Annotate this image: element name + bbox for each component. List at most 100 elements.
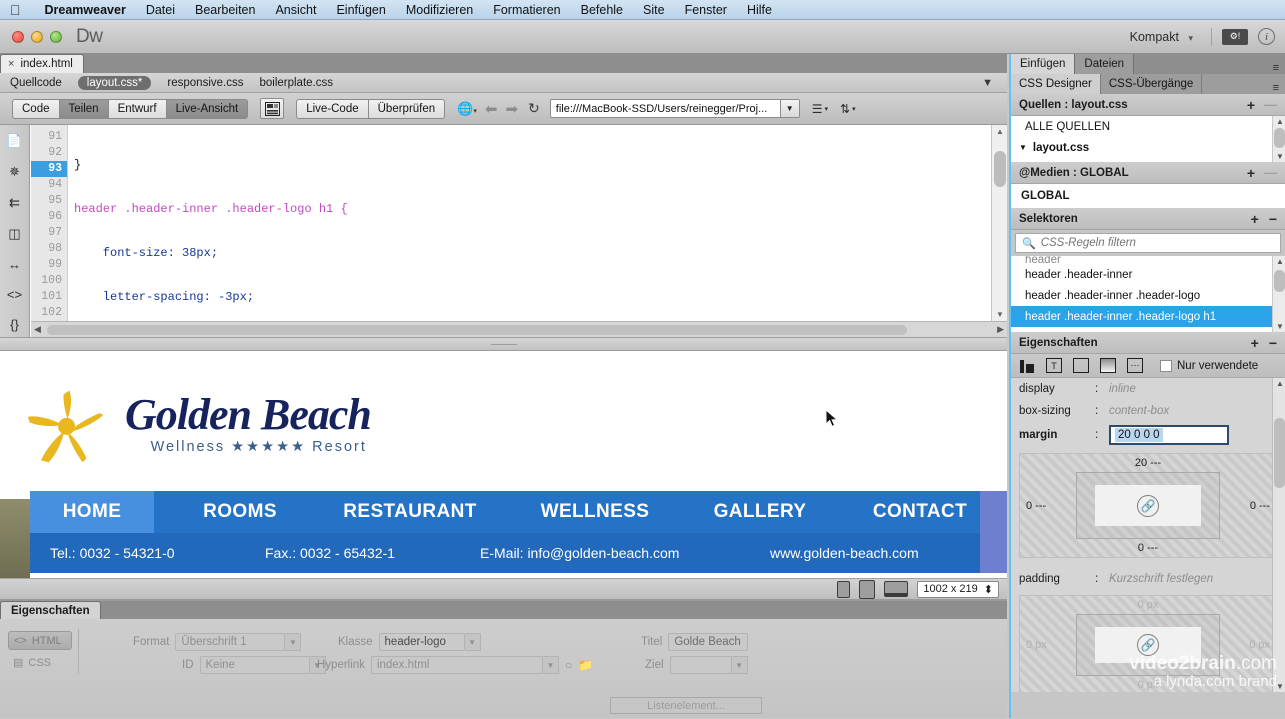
- more-icon[interactable]: ⋯: [1127, 358, 1143, 373]
- tab-css-uebergaenge[interactable]: CSS-Übergänge: [1101, 74, 1203, 94]
- property-row-padding[interactable]: padding : Kurzschrift festlegen: [1011, 568, 1285, 590]
- panel-menu-icon[interactable]: ≡: [1273, 62, 1285, 74]
- address-input[interactable]: [550, 100, 780, 117]
- nav-item-contact[interactable]: CONTACT: [840, 491, 1000, 533]
- property-row-margin[interactable]: margin : 20 0 0 0: [1011, 422, 1285, 448]
- address-dropdown-icon[interactable]: ▼: [779, 100, 799, 117]
- scroll-up-icon[interactable]: ▲: [996, 127, 1004, 136]
- scrollbar-thumb[interactable]: [1274, 418, 1285, 488]
- titel-input[interactable]: Golde Beach: [668, 633, 749, 651]
- close-icon[interactable]: ×: [8, 58, 14, 70]
- tab-eigenschaften[interactable]: Eigenschaften: [0, 601, 101, 619]
- gear-warning-icon[interactable]: ⚙!: [1222, 28, 1248, 45]
- menu-item-site[interactable]: Site: [633, 3, 675, 17]
- property-value[interactable]: Kurzschrift festlegen: [1109, 573, 1213, 585]
- menu-item-einfuegen[interactable]: Einfügen: [326, 3, 395, 17]
- scroll-up-icon[interactable]: ▲: [1276, 117, 1284, 126]
- properties-scrollbar[interactable]: ▲ ▼: [1272, 378, 1285, 692]
- related-file-quellcode[interactable]: Quellcode: [10, 77, 62, 89]
- scrollbar-thumb[interactable]: [1274, 270, 1285, 292]
- background-icon[interactable]: [1100, 358, 1116, 373]
- menu-item-befehle[interactable]: Befehle: [571, 3, 633, 17]
- sources-list[interactable]: ALLE QUELLEN ▼ layout.css ▲ ▼: [1011, 116, 1285, 162]
- design-live-view[interactable]: Golden Beach Wellness ★★★★★ Resort HOME …: [0, 351, 1007, 578]
- selector-filter[interactable]: 🔍: [1015, 233, 1281, 253]
- scrollbar-thumb[interactable]: [994, 151, 1006, 187]
- margin-right-value[interactable]: 0 ---: [1250, 500, 1270, 512]
- id-select[interactable]: Keine: [199, 656, 310, 674]
- margin-bottom-value[interactable]: 0 ---: [1138, 542, 1158, 554]
- split-layout-icon[interactable]: [260, 98, 285, 119]
- arrow-left-icon[interactable]: ⬅: [485, 100, 498, 118]
- document-tab-index-html[interactable]: × index.html: [0, 54, 84, 73]
- related-file-boilerplate-css[interactable]: boilerplate.css: [259, 77, 333, 89]
- menu-item-ansicht[interactable]: Ansicht: [265, 3, 326, 17]
- code-vertical-scrollbar[interactable]: ▲ ▼: [991, 125, 1007, 321]
- scroll-up-icon[interactable]: ▲: [1276, 257, 1284, 266]
- property-value[interactable]: content-box: [1109, 405, 1169, 417]
- updown-arrows-icon[interactable]: ⇅ ▾: [840, 102, 856, 116]
- tab-einfuegen[interactable]: Einfügen: [1011, 54, 1076, 74]
- properties-scroll-area[interactable]: display : inline box-sizing : content-bo…: [1011, 378, 1285, 692]
- menu-item-formatieren[interactable]: Formatieren: [483, 3, 570, 17]
- list-view-icon[interactable]: ☰ ▾: [812, 102, 828, 116]
- selector-item-header[interactable]: header: [1011, 256, 1285, 264]
- scroll-down-icon[interactable]: ▼: [996, 310, 1004, 319]
- related-file-layout-css[interactable]: layout.css*: [77, 75, 152, 90]
- phone-size-icon[interactable]: [837, 580, 851, 598]
- margin-top-value[interactable]: 20 ---: [1135, 457, 1161, 469]
- live-code-button[interactable]: Live-Code: [296, 98, 369, 119]
- arrow-right-icon[interactable]: ➡: [505, 100, 518, 118]
- address-bar[interactable]: ▼: [549, 99, 800, 118]
- scroll-left-icon[interactable]: ◀: [34, 324, 41, 335]
- margin-value-input[interactable]: 20 0 0 0: [1109, 425, 1229, 445]
- scroll-down-icon[interactable]: ▼: [1276, 152, 1284, 161]
- chevron-down-icon[interactable]: ▼: [731, 656, 748, 674]
- show-set-only-toggle[interactable]: Nur verwendete: [1160, 359, 1258, 372]
- nav-item-home[interactable]: HOME: [30, 491, 154, 533]
- selector-item-header-logo-h1[interactable]: header .header-inner .header-logo h1: [1011, 306, 1285, 327]
- format-source-icon[interactable]: {}: [10, 317, 19, 332]
- media-item-global[interactable]: GLOBAL: [1011, 184, 1285, 208]
- refresh-icon[interactable]: ↻: [528, 100, 540, 117]
- zoom-window-button[interactable]: [50, 30, 62, 43]
- menu-item-bearbeiten[interactable]: Bearbeiten: [185, 3, 265, 17]
- menu-item-hilfe[interactable]: Hilfe: [737, 3, 782, 17]
- format-select[interactable]: Überschrift 1: [175, 633, 286, 651]
- selector-item-header-logo[interactable]: header .header-inner .header-logo: [1011, 285, 1285, 306]
- collapse-outside-icon[interactable]: ◫: [8, 226, 20, 242]
- ziel-select[interactable]: [669, 656, 732, 674]
- remove-selector-button[interactable]: −: [1269, 211, 1277, 227]
- scroll-up-icon[interactable]: ▲: [1276, 379, 1284, 388]
- property-row-display[interactable]: display : inline: [1011, 378, 1285, 400]
- remove-property-button[interactable]: −: [1269, 335, 1277, 351]
- css-mode-button[interactable]: ▤ CSS: [8, 653, 72, 672]
- scrollbar-thumb-h[interactable]: [47, 325, 907, 335]
- margin-left-value[interactable]: 0 ---: [1026, 500, 1046, 512]
- filter-funnel-icon[interactable]: ▼: [982, 77, 993, 89]
- html-mode-button[interactable]: <> HTML: [8, 631, 72, 650]
- nav-item-gallery[interactable]: GALLERY: [685, 491, 835, 533]
- chevron-down-icon[interactable]: ▼: [285, 633, 302, 651]
- sources-scrollbar[interactable]: ▲ ▼: [1272, 116, 1285, 162]
- apply-comment-icon[interactable]: <>: [7, 287, 22, 302]
- menu-item-modifizieren[interactable]: Modifizieren: [396, 3, 483, 17]
- add-media-button[interactable]: +: [1247, 165, 1255, 181]
- view-code-button[interactable]: Code: [12, 98, 60, 119]
- padding-right-value[interactable]: 0 px: [1249, 639, 1270, 651]
- selectors-scrollbar[interactable]: ▲ ▼: [1272, 256, 1285, 332]
- tab-dateien[interactable]: Dateien: [1075, 54, 1135, 74]
- checkbox[interactable]: [1160, 359, 1172, 372]
- expand-all-icon[interactable]: ↔: [8, 257, 21, 272]
- info-icon[interactable]: i: [1258, 28, 1275, 45]
- highlight-icon[interactable]: ✵: [9, 164, 20, 180]
- link-chain-icon[interactable]: 🔗: [1137, 634, 1159, 656]
- add-source-button[interactable]: +: [1247, 97, 1255, 113]
- view-design-button[interactable]: Entwurf: [108, 98, 167, 119]
- view-split-button[interactable]: Teilen: [59, 98, 109, 119]
- size-stepper-icon[interactable]: ⬍: [984, 583, 993, 596]
- source-item-all[interactable]: ALLE QUELLEN: [1011, 116, 1285, 137]
- close-window-button[interactable]: [12, 30, 24, 43]
- view-live-button[interactable]: Live-Ansicht: [166, 98, 249, 119]
- chevron-down-icon[interactable]: ▼: [1019, 143, 1027, 152]
